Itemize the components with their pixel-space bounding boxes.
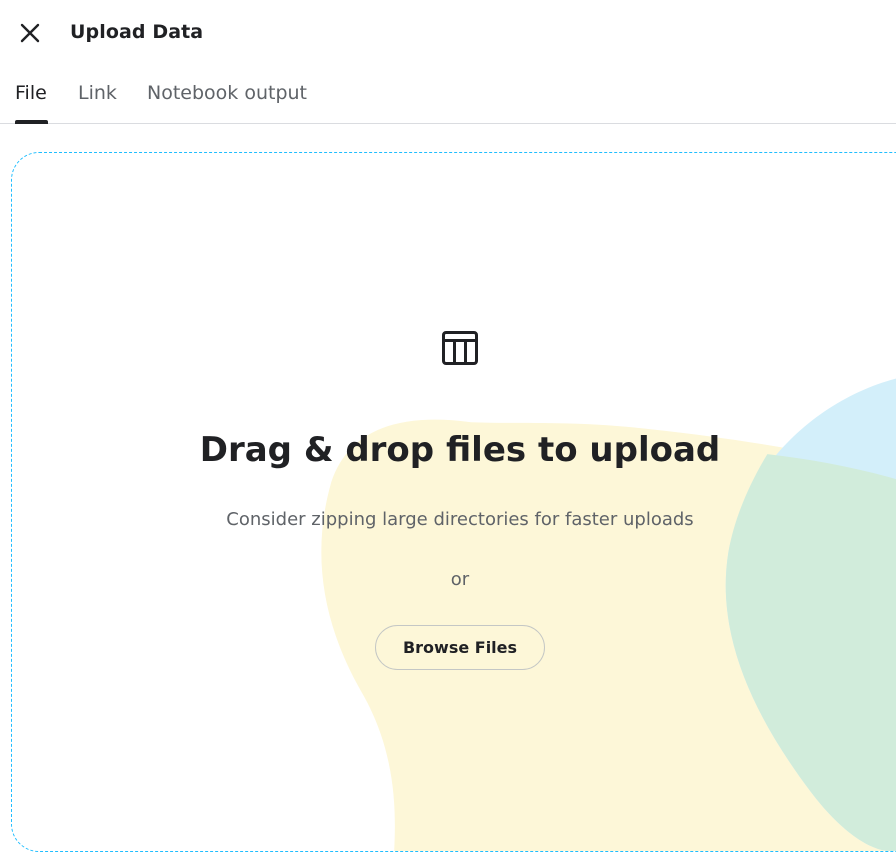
dropzone-hint: Consider zipping large directories for f…: [226, 509, 694, 530]
table-icon: [442, 331, 478, 365]
dropzone-headline: Drag & drop files to upload: [199, 430, 721, 470]
dropzone-content: Drag & drop files to upload Consider zip…: [0, 0, 896, 803]
or-separator: or: [450, 569, 470, 590]
browse-files-button[interactable]: Browse Files: [375, 625, 545, 670]
